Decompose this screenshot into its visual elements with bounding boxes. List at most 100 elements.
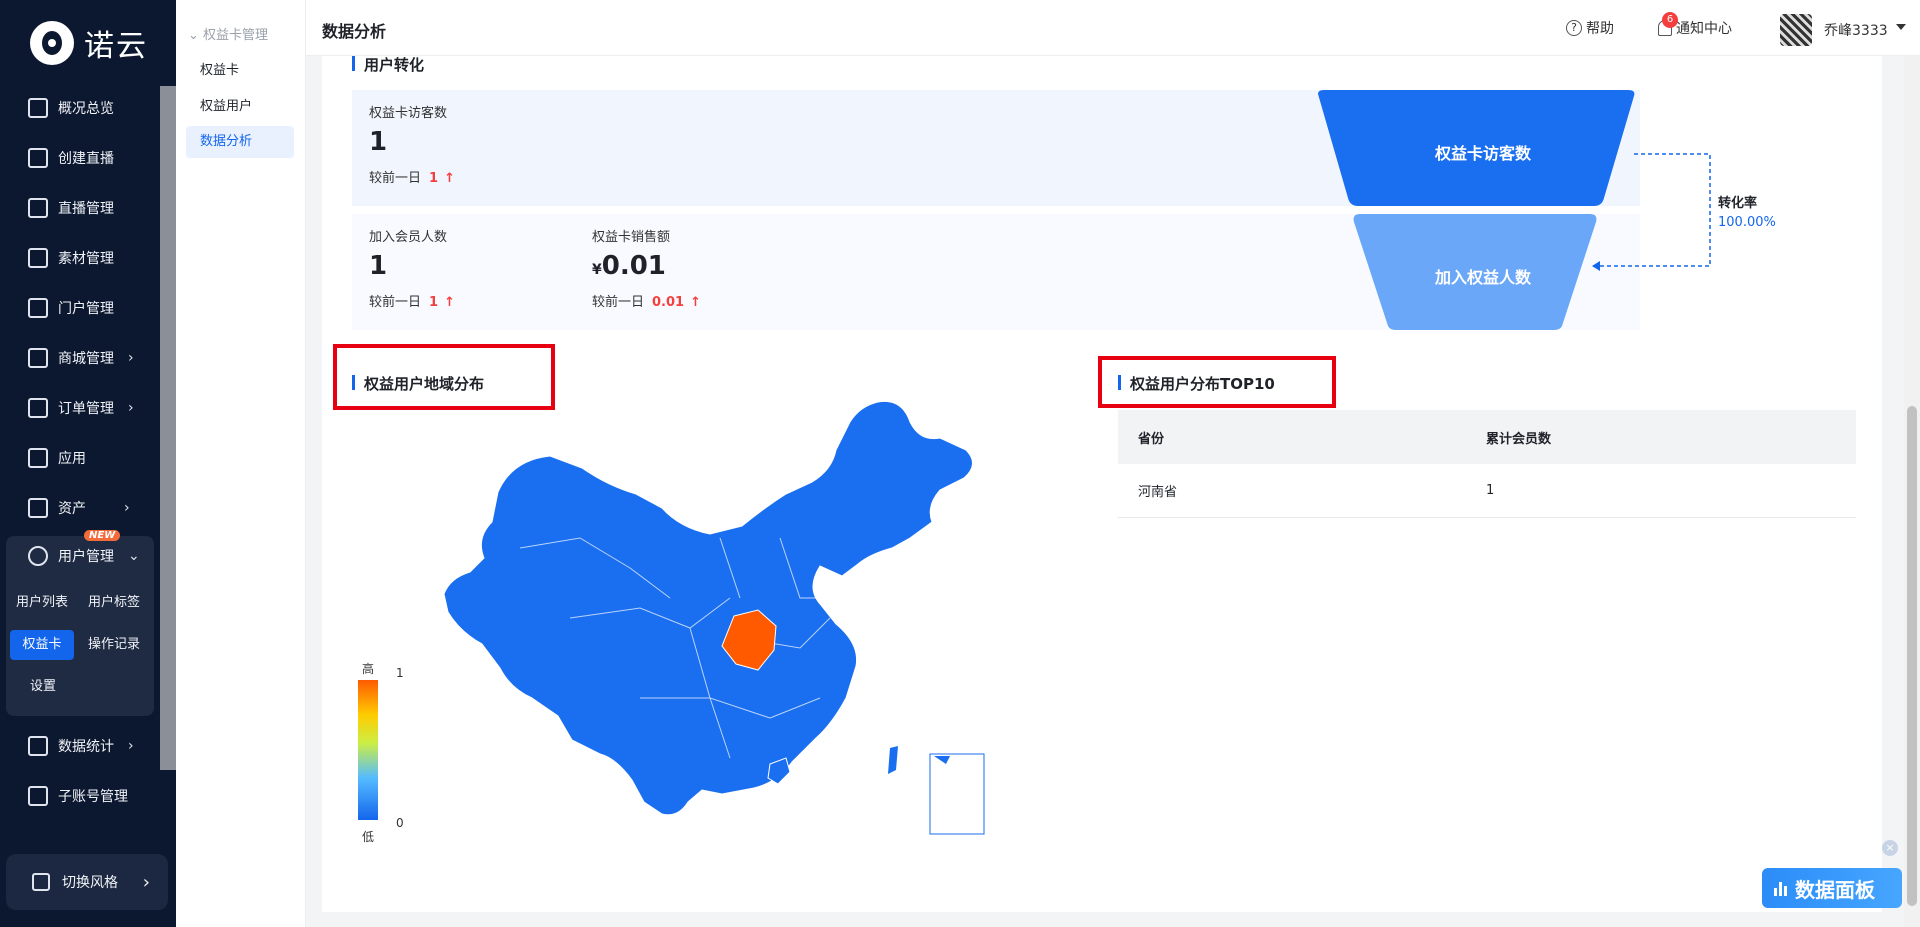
top10-table: 省份 累计会员数 河南省 1 [1118, 410, 1856, 518]
help-link[interactable]: ? 帮助 [1566, 18, 1614, 38]
user-name[interactable]: 乔峰3333 [1824, 20, 1888, 40]
stat-value: ¥0.01 [592, 251, 701, 281]
legend-low-label: 低 [362, 830, 375, 844]
trend-up-icon: ↑ [690, 295, 701, 310]
data-panel-button[interactable]: 数据面板 [1762, 868, 1902, 908]
brand-logo-icon [30, 21, 74, 65]
switch-style-label: 切换风格 [62, 875, 118, 891]
table-header: 省份 累计会员数 [1118, 410, 1856, 464]
nav-sub-benefit-card[interactable]: 权益卡 [10, 630, 74, 660]
funnel-top-label: 权益卡访客数 [1434, 144, 1531, 163]
legend-min-value: 0 [396, 816, 404, 830]
compare-label: 较前一日 [369, 171, 422, 186]
conversion-rate: 转化率 100.00% [1718, 192, 1776, 230]
table-row: 河南省 1 [1118, 464, 1856, 518]
notification-count-badge: 6 [1662, 12, 1678, 28]
switch-style-button[interactable]: 切换风格 › [6, 854, 168, 910]
asset-icon [28, 498, 48, 518]
chevron-right-icon: › [142, 871, 150, 893]
nav-item-mall[interactable]: 商城管理 › [28, 346, 134, 370]
home-icon [28, 298, 48, 318]
trend-up-icon: ↑ [444, 295, 455, 310]
nav-sub-settings[interactable]: 设置 [22, 672, 64, 702]
help-icon: ? [1566, 20, 1582, 36]
nav-item-create-live[interactable]: 创建直播 [28, 146, 114, 170]
nav-sub-user-list[interactable]: 用户列表 [8, 588, 76, 618]
nav-item-material[interactable]: 素材管理 [28, 246, 114, 270]
nav-sub-user-tags[interactable]: 用户标签 [80, 588, 148, 618]
user-menu-caret-icon[interactable] [1896, 24, 1906, 30]
org-tree-icon [28, 786, 48, 806]
compare-label: 较前一日 [592, 295, 645, 310]
south-china-sea-inset [929, 753, 985, 835]
chevron-right-icon: › [128, 738, 134, 754]
nav-item-label: 创建直播 [58, 151, 114, 167]
close-icon[interactable]: × [1882, 840, 1898, 856]
conversion-rate-label: 转化率 [1718, 196, 1758, 211]
compare-label: 较前一日 [369, 295, 422, 310]
chevron-down-icon: ⌄ [128, 548, 140, 564]
subnav-item-benefit-users[interactable]: 权益用户 [186, 91, 294, 123]
help-label: 帮助 [1586, 21, 1614, 37]
chevron-right-icon: › [128, 400, 134, 416]
nav-item-label: 门户管理 [58, 301, 114, 317]
compare-value: 0.01 [652, 295, 685, 310]
page-scrollbar[interactable] [1904, 56, 1920, 927]
nav-item-label: 概况总览 [58, 101, 114, 117]
nav-item-overview[interactable]: 概况总览 [28, 96, 114, 120]
nav-item-label: 资产 [58, 501, 86, 517]
cell-province: 河南省 [1138, 485, 1178, 500]
subnav-item-benefit-card[interactable]: 权益卡 [186, 55, 294, 87]
legend-gradient-bar[interactable] [358, 680, 378, 820]
nav-item-portal[interactable]: 门户管理 [28, 296, 114, 320]
trend-up-icon: ↑ [444, 171, 455, 186]
nav-item-live-manage[interactable]: 直播管理 [28, 196, 114, 220]
page-scrollbar-thumb[interactable] [1907, 406, 1917, 906]
nav-item-apps[interactable]: 应用 [28, 446, 86, 470]
data-panel-label: 数据面板 [1795, 877, 1875, 902]
nav-item-assets[interactable]: 资产 › [28, 496, 130, 520]
page-title: 数据分析 [322, 22, 387, 41]
legend-high-label: 高 [362, 662, 375, 676]
province-taiwan [888, 746, 898, 774]
sales-amount: 0.01 [601, 251, 666, 281]
nav-item-data-stats[interactable]: 数据统计 › [28, 734, 134, 758]
nav-item-sub-accounts[interactable]: 子账号管理 [28, 784, 128, 808]
column-header-province: 省份 [1138, 431, 1165, 447]
nav-item-label: 应用 [58, 451, 86, 467]
avatar[interactable] [1780, 14, 1812, 46]
new-badge: NEW [84, 530, 121, 541]
chevron-right-icon: › [124, 500, 130, 516]
brand-name: 诺云 [84, 29, 148, 64]
sidebar-scrollbar[interactable] [160, 86, 176, 770]
stat-sales: 权益卡销售额 ¥0.01 较前一日 0.01 ↑ [592, 226, 701, 310]
subnav-item-data-analysis[interactable]: 数据分析 [186, 126, 294, 158]
order-list-icon [28, 398, 48, 418]
nav-item-user-manage[interactable]: 用户管理 ⌄ [28, 544, 140, 568]
dashboard-icon [28, 98, 48, 118]
conversion-rate-value: 100.00% [1718, 215, 1776, 230]
stat-value: 1 [369, 251, 388, 281]
stat-visitors: 权益卡访客数 1 较前一日 1 ↑ [369, 102, 455, 186]
china-map[interactable] [440, 398, 1020, 842]
compare-value: 1 [429, 295, 439, 310]
stat-compare: 较前一日 1 ↑ [369, 167, 455, 186]
folder-icon [28, 248, 48, 268]
compare-value: 1 [429, 171, 439, 186]
conversion-funnel [1318, 90, 1711, 330]
nav-item-orders[interactable]: 订单管理 › [28, 396, 134, 420]
subnav-group-title[interactable]: ⌄ 权益卡管理 [188, 24, 268, 43]
apps-grid-icon [28, 448, 48, 468]
nav-item-label: 直播管理 [58, 201, 114, 217]
section-title-conversion: 用户转化 [352, 54, 424, 75]
nav-sub-operation-log[interactable]: 操作记录 [80, 630, 148, 660]
stat-label: 权益卡访客数 [369, 106, 448, 121]
inset-islands [934, 756, 950, 764]
bar-chart-icon [1774, 880, 1787, 896]
exit-icon [32, 873, 50, 891]
brand[interactable]: 诺云 [30, 18, 148, 68]
subnav-group-label: 权益卡管理 [203, 28, 269, 43]
stat-label: 权益卡销售额 [592, 230, 671, 245]
bar-chart-icon [28, 736, 48, 756]
nav-group-user-manage: NEW 用户管理 ⌄ 用户列表 用户标签 权益卡 操作记录 设置 [6, 530, 154, 716]
